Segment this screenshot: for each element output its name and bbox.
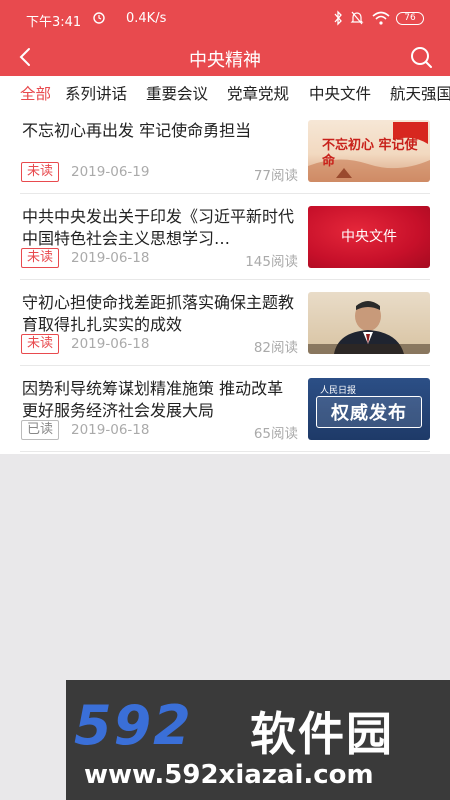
mute-icon xyxy=(350,11,364,25)
article-date: 2019-06-18 xyxy=(71,422,150,438)
read-status-badge: 已读 xyxy=(21,420,59,440)
status-bar: 下午3:41 0.4K/s 76 xyxy=(0,0,450,38)
search-icon[interactable] xyxy=(408,45,434,69)
article-item[interactable]: 守初心担使命找差距抓落实确保主题教育取得扎扎实实的成效 未读 2019-06-1… xyxy=(0,280,450,366)
site-watermark: 592 软件园 www.592xiazai.com xyxy=(66,680,450,800)
category-tabs: 全部 系列讲话 重要会议 党章党规 中央文件 航天强国 xyxy=(0,76,450,108)
page-title: 中央精神 xyxy=(189,50,261,71)
article-date: 2019-06-18 xyxy=(71,336,150,352)
nav-bar: 中央精神 xyxy=(0,38,450,76)
article-item[interactable]: 因势利导统筹谋划精准施策 推动改革更好服务经济社会发展大局 已读 2019-06… xyxy=(0,366,450,452)
thumbnail-caption: 权威发布 xyxy=(331,403,407,424)
watermark-name: 软件园 xyxy=(250,707,394,761)
status-time: 下午3:41 xyxy=(26,15,82,30)
article-views: 82阅读 xyxy=(253,340,298,356)
tab-series-speech[interactable]: 系列讲话 xyxy=(65,82,127,104)
article-item[interactable]: 中共中央发出关于印发《习近平新时代中国特色社会主义思想学习… 未读 2019-0… xyxy=(0,194,450,280)
divider xyxy=(20,451,430,452)
tab-party-rules[interactable]: 党章党规 xyxy=(227,82,289,104)
bluetooth-icon xyxy=(334,10,342,26)
alarm-icon xyxy=(93,12,105,24)
article-title: 守初心担使命找差距抓落实确保主题教育取得扎扎实实的成效 xyxy=(22,293,295,334)
article-views: 77阅读 xyxy=(253,168,298,184)
read-status-badge: 未读 xyxy=(21,248,59,268)
article-title: 不忘初心再出发 牢记使命勇担当 xyxy=(22,121,252,140)
article-thumbnail xyxy=(308,292,430,354)
article-title: 中共中央发出关于印发《习近平新时代中国特色社会主义思想学习… xyxy=(22,207,295,248)
watermark-logo: 592 xyxy=(74,694,193,757)
article-date: 2019-06-18 xyxy=(71,250,150,266)
tab-important-meetings[interactable]: 重要会议 xyxy=(146,82,208,104)
thumbnail-caption: 不忘初心 牢记使命 xyxy=(322,138,418,169)
article-thumbnail: 中央文件 xyxy=(308,206,430,268)
thumbnail-logo: 人民日报 xyxy=(320,386,357,396)
read-status-badge: 未读 xyxy=(21,334,59,354)
read-status-badge: 未读 xyxy=(21,162,59,182)
article-thumbnail: 人民日报 权威发布 xyxy=(308,378,430,440)
tab-all[interactable]: 全部 xyxy=(20,82,51,104)
article-views: 65阅读 xyxy=(253,426,298,442)
watermark-url: www.592xiazai.com xyxy=(84,760,374,790)
article-list: 不忘初心再出发 牢记使命勇担当 未读 2019-06-19 77阅读 不忘初心 … xyxy=(0,108,450,454)
article-thumbnail: 不忘初心 牢记使命 xyxy=(308,120,430,182)
thumbnail-caption: 中央文件 xyxy=(341,229,397,245)
wifi-icon xyxy=(372,11,390,25)
battery-indicator: 76 xyxy=(396,12,424,25)
article-item[interactable]: 不忘初心再出发 牢记使命勇担当 未读 2019-06-19 77阅读 不忘初心 … xyxy=(0,108,450,194)
network-speed: 0.4K/s xyxy=(126,11,167,26)
tab-aerospace[interactable]: 航天强国 xyxy=(390,82,450,104)
tab-central-documents[interactable]: 中央文件 xyxy=(309,82,371,104)
article-views: 145阅读 xyxy=(245,254,298,270)
article-date: 2019-06-19 xyxy=(71,164,150,180)
article-title: 因势利导统筹谋划精准施策 推动改革更好服务经济社会发展大局 xyxy=(22,379,284,420)
